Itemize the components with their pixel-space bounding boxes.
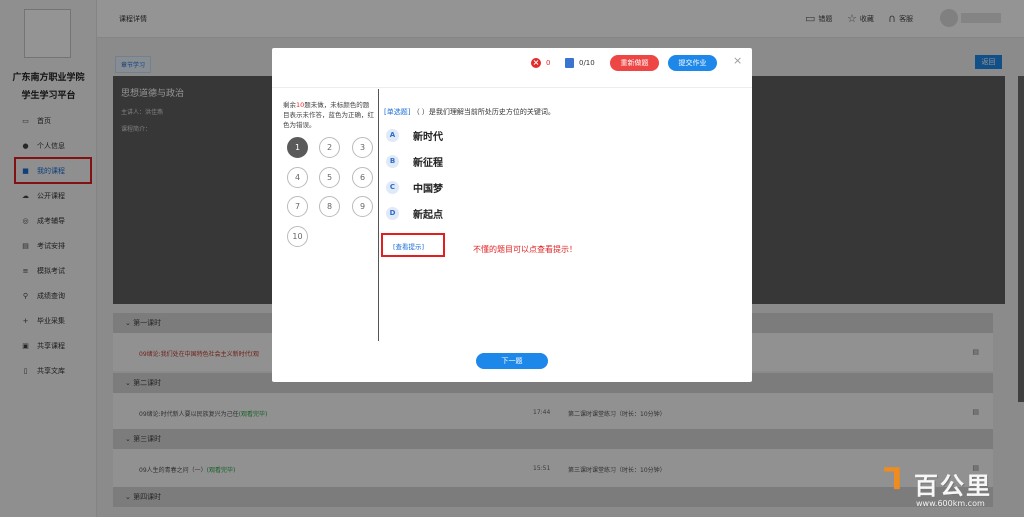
progress-icon [565, 58, 574, 68]
option-d[interactable]: D 新起点 [386, 206, 443, 221]
quiz-progress: 0/10 [565, 58, 595, 68]
watermark: ⅂ 百公里 www.600km.com [880, 462, 1020, 514]
option-text: 新起点 [413, 210, 443, 221]
question-number-5[interactable]: 5 [319, 167, 340, 188]
hint-annotation-box [381, 233, 445, 257]
hint-annotation-text: 不懂的题目可以点查看提示！ [473, 245, 577, 254]
option-text: 中国梦 [413, 184, 443, 195]
watermark-brand: 百公里 [914, 472, 992, 500]
next-question-button[interactable]: 下一题 [476, 353, 548, 369]
question-number-2[interactable]: 2 [319, 137, 340, 158]
option-text: 新时代 [413, 132, 443, 143]
wrong-count-value: 0 [546, 59, 551, 67]
quiz-progress-value: 0/10 [579, 59, 595, 67]
question-number-7[interactable]: 7 [287, 196, 308, 217]
option-b[interactable]: B 新征程 [386, 154, 443, 169]
redo-button[interactable]: 重新做题 [610, 55, 659, 71]
question-number-3[interactable]: 3 [352, 137, 373, 158]
quiz-header: × 0 0/10 重新做题 提交作业 × [272, 48, 752, 88]
question-number-1[interactable]: 1 [287, 137, 308, 158]
question-type: [单选题] [384, 108, 411, 116]
question-number-10[interactable]: 10 [287, 226, 308, 247]
question-number-8[interactable]: 8 [319, 196, 340, 217]
question-text: （ ）是我们理解当前所处历史方位的关键词。 [412, 108, 555, 116]
question-number-4[interactable]: 4 [287, 167, 308, 188]
question-number-9[interactable]: 9 [352, 196, 373, 217]
wrong-x-icon: × [531, 58, 541, 68]
option-a[interactable]: A 新时代 [386, 128, 443, 143]
question-navigator: 剩余10题未做，未标颜色的题目表示未作答，蓝色为正确，红色为错误。 1 2 3 … [272, 89, 379, 341]
watermark-url: www.600km.com [916, 499, 985, 508]
watermark-logo-icon: ⅂ [884, 462, 901, 497]
submit-homework-button[interactable]: 提交作业 [668, 55, 717, 71]
option-letter: A [386, 129, 399, 142]
quiz-modal: × 0 0/10 重新做题 提交作业 × 剩余10题未做，未标颜色的题目表示未作… [272, 48, 752, 382]
option-letter: C [386, 181, 399, 194]
option-letter: D [386, 207, 399, 220]
remaining-hint: 剩余10题未做，未标颜色的题目表示未作答，蓝色为正确，红色为错误。 [283, 101, 374, 129]
wrong-count: × 0 [531, 58, 550, 68]
option-text: 新征程 [413, 158, 443, 169]
close-icon[interactable]: × [733, 54, 742, 67]
option-c[interactable]: C 中国梦 [386, 180, 443, 195]
question-stem: [单选题] （ ）是我们理解当前所处历史方位的关键词。 [384, 107, 555, 117]
question-number-6[interactable]: 6 [352, 167, 373, 188]
option-letter: B [386, 155, 399, 168]
